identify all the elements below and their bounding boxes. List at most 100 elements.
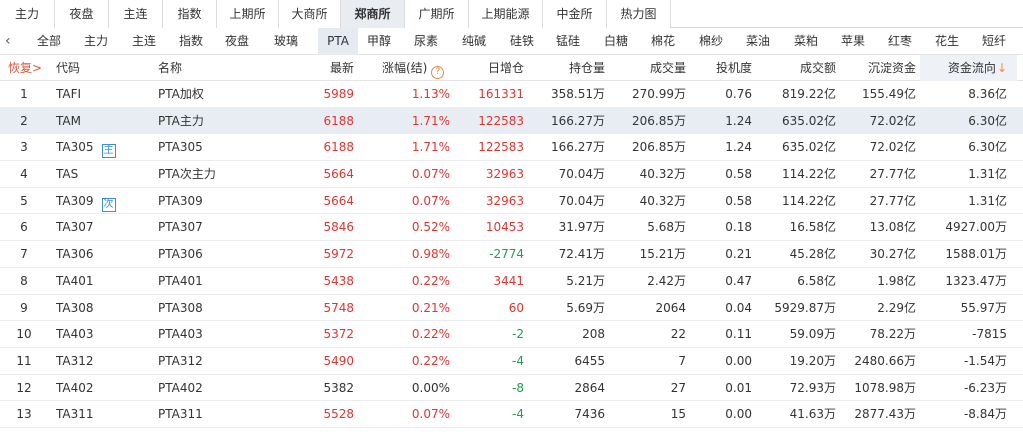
row-name: PTA加权	[158, 87, 204, 101]
product-tab-cotton-yarn[interactable]: 棉纱	[697, 28, 725, 55]
exchange-tab-index[interactable]: 指数	[163, 0, 217, 28]
row-change: 0.00%	[411, 380, 450, 395]
row-volume: 2064	[655, 300, 686, 315]
row-fund-flow: 1.31亿	[968, 193, 1007, 208]
header-speculation[interactable]: 投机度	[696, 55, 752, 81]
row-last: 5528	[323, 407, 354, 422]
row-settled-funds: 78.22万	[869, 327, 916, 342]
row-open-interest: 166.27万	[551, 140, 605, 155]
table-row[interactable]: 3 TA305 主 PTA305 6188 1.71% 122583 166.27万 206.8…	[0, 134, 1023, 162]
row-daily-oi-change: -2	[512, 327, 524, 342]
table-row[interactable]: 11 TA312 PTA312 5490 0.22% -4 6455 7 0.00 19.20万 2…	[0, 348, 1023, 375]
product-tab-rapeseed-meal[interactable]: 菜粕	[792, 28, 820, 55]
row-fund-flow: 1588.01万	[945, 247, 1007, 262]
row-daily-oi-change: 122583	[478, 113, 524, 128]
product-tab-pta[interactable]: PTA	[318, 28, 358, 55]
product-tab-jujube[interactable]: 红枣	[886, 28, 914, 55]
product-tab-peanut[interactable]: 花生	[933, 28, 961, 55]
product-tab-cotton[interactable]: 棉花	[649, 28, 677, 55]
row-turnover: 6.58亿	[797, 273, 836, 288]
row-fund-flow: -1.54万	[963, 353, 1007, 368]
row-settled-funds: 72.02亿	[869, 113, 916, 128]
row-turnover: 819.22亿	[782, 87, 836, 101]
row-index: 12	[16, 380, 32, 395]
restore-button[interactable]: 恢复>	[8, 55, 48, 81]
row-fund-flow: -7815	[972, 327, 1007, 342]
table-row[interactable]: 7 TA306 PTA306 5972 0.98% -2774 72.41万 15.21万 0.…	[0, 241, 1023, 268]
product-tab-ferrosilicon[interactable]: 硅铁	[508, 28, 536, 55]
product-tab-continuous[interactable]: 主连	[130, 28, 158, 55]
table-row[interactable]: 4 TAS PTA次主力 5664 0.07% 32963 70.04万 40.32万 0.58…	[0, 161, 1023, 188]
row-turnover: 16.58亿	[789, 220, 836, 235]
row-turnover: 59.09万	[789, 327, 836, 342]
row-turnover: 41.63万	[789, 407, 836, 422]
question-circle-icon[interactable]: ?	[431, 66, 445, 79]
table-row[interactable]: 13 TA311 PTA311 5528 0.07% -4 7436 15 0.00 41.63万…	[0, 401, 1023, 428]
product-tab-all[interactable]: 全部	[34, 28, 64, 55]
row-code: TA305	[56, 140, 94, 155]
row-speculation: 0.01	[725, 380, 752, 395]
product-tab-apple[interactable]: 苹果	[839, 28, 867, 55]
row-name: PTA次主力	[158, 167, 216, 182]
row-volume: 7	[678, 353, 686, 368]
header-volume[interactable]: 成交量	[612, 55, 686, 81]
exchange-tab-czce[interactable]: 郑商所	[341, 0, 405, 28]
exchange-tab-night[interactable]: 夜盘	[55, 0, 109, 28]
row-settled-funds: 13.08亿	[869, 220, 916, 235]
product-tab-soda-ash[interactable]: 纯碱	[460, 28, 488, 55]
exchange-tab-ine[interactable]: 上期能源	[469, 0, 543, 28]
product-tab-night[interactable]: 夜盘	[223, 28, 251, 55]
header-code[interactable]: 代码	[56, 55, 116, 81]
header-change[interactable]: 涨幅(结)?	[382, 55, 458, 81]
header-open-interest[interactable]: 持仓量	[532, 55, 605, 81]
table-row[interactable]: 6 TA307 PTA307 5846 0.52% 10453 31.97万 5.68万 0.1…	[0, 214, 1023, 242]
row-code: TA402	[56, 380, 94, 395]
row-code-cell: TA305 主	[56, 134, 151, 160]
header-name[interactable]: 名称	[158, 55, 218, 81]
product-tab-methanol[interactable]: 甲醇	[365, 28, 393, 55]
product-tab-silicomanganese[interactable]: 锰硅	[554, 28, 582, 55]
header-fund-flow[interactable]: 资金流向↓	[920, 55, 1017, 81]
row-turnover: 114.22亿	[782, 193, 836, 208]
exchange-tab-cffex[interactable]: 中金所	[543, 0, 607, 28]
table-row[interactable]: 2 TAM PTA主力 6188 1.71% 122583 166.27万 206.85万 1.…	[0, 107, 1023, 135]
exchange-tab-shfe[interactable]: 上期所	[217, 0, 279, 28]
exchange-tab-main[interactable]: 主力	[0, 0, 55, 28]
row-code: TA312	[56, 353, 94, 368]
table-row[interactable]: 8 TA401 PTA401 5438 0.22% 3441 5.21万 2.42万 0.47 6…	[0, 268, 1023, 295]
table-row[interactable]: 1 TAFI PTA加权 5989 1.13% 161331 358.51万 270.99万 0…	[0, 81, 1023, 108]
exchange-tab-heatmap[interactable]: 热力图	[607, 0, 671, 28]
table-row[interactable]: 9 TA308 PTA308 5748 0.21% 60 5.69万 2064 0.04 5929…	[0, 295, 1023, 322]
row-volume: 40.32万	[639, 193, 686, 208]
product-tab-main[interactable]: 主力	[82, 28, 110, 55]
row-volume: 27	[670, 380, 686, 395]
product-tab-staple-fiber[interactable]: 短纤	[980, 28, 1008, 55]
table-row[interactable]: 5 TA309 次 PTA309 5664 0.07% 32963 70.04万 40.32万 0…	[0, 188, 1023, 215]
row-index: 11	[16, 353, 32, 368]
product-tab-sugar[interactable]: 白糖	[602, 28, 630, 55]
exchange-tab-gfex[interactable]: 广期所	[405, 0, 469, 28]
product-tab-rapeseed-oil[interactable]: 菜油	[744, 28, 772, 55]
row-open-interest: 6455	[574, 353, 605, 368]
table-row[interactable]: 12 TA402 PTA402 5382 0.00% -8 2864 27 0.01 72.93万…	[0, 375, 1023, 402]
row-last: 5664	[323, 167, 354, 182]
row-index: 4	[20, 167, 28, 182]
contract-badge: 主	[101, 144, 116, 159]
row-index: 5	[20, 193, 28, 208]
row-change: 1.71%	[411, 113, 450, 128]
exchange-tab-continuous[interactable]: 主连	[109, 0, 163, 28]
header-turnover[interactable]: 成交额	[760, 55, 836, 81]
row-code-cell: TA309 次	[56, 188, 151, 214]
header-last[interactable]: 最新	[298, 55, 354, 81]
product-tab-urea[interactable]: 尿素	[412, 28, 440, 55]
table-row[interactable]: 10 TA403 PTA403 5372 0.22% -2 208 22 0.11 59.09万 7…	[0, 321, 1023, 348]
product-tab-index[interactable]: 指数	[177, 28, 205, 55]
row-code-cell: TA307	[56, 214, 151, 240]
header-daily-oi-change[interactable]: 日增仓	[460, 55, 524, 81]
chevron-left-icon[interactable]: ‹	[5, 28, 21, 55]
row-settled-funds: 30.27亿	[869, 247, 916, 262]
header-settled-funds[interactable]: 沉淀资金	[842, 55, 916, 81]
row-speculation: 0.58	[725, 167, 752, 182]
exchange-tab-dce[interactable]: 大商所	[279, 0, 341, 28]
product-tab-glass[interactable]: 玻璃	[272, 28, 300, 55]
